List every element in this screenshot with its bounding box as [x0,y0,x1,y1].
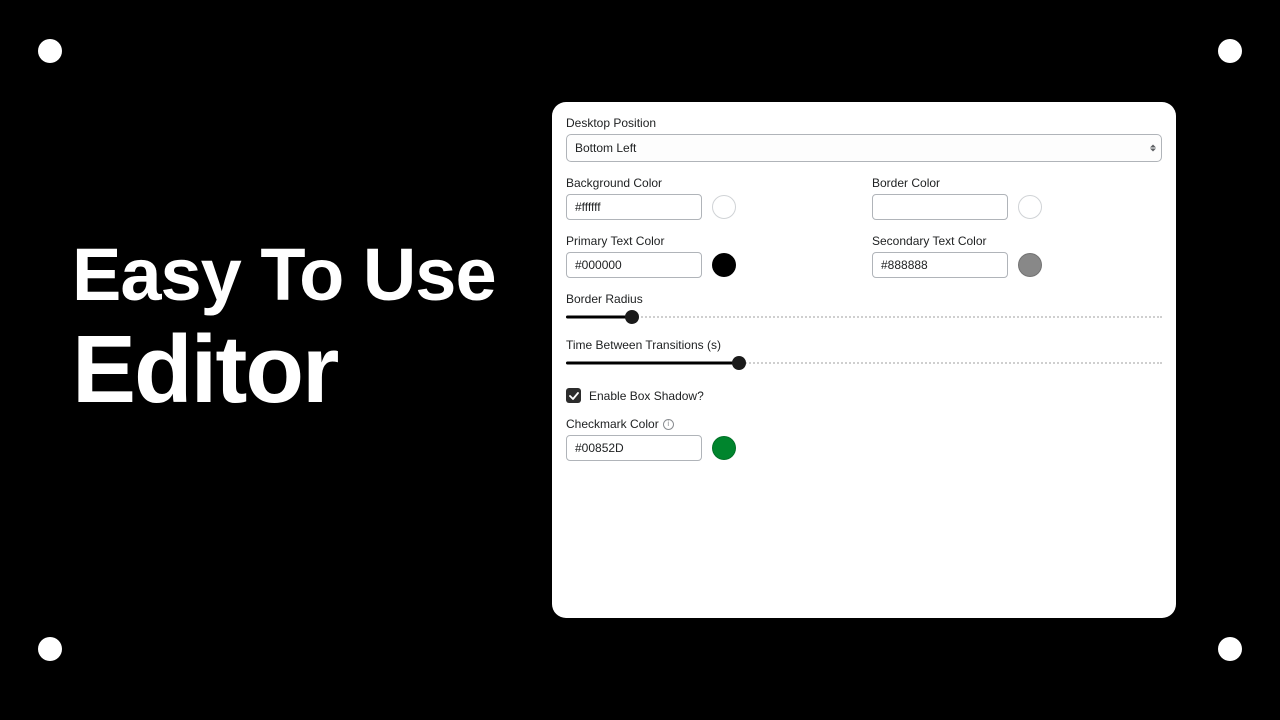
headline-line2: Editor [72,320,496,421]
checkmark-color-input[interactable] [566,435,702,461]
border-color-label: Border Color [872,176,1162,190]
checkmark-icon [569,391,579,401]
secondary-text-color-label: Secondary Text Color [872,234,1162,248]
background-color-swatch[interactable] [712,195,736,219]
corner-dot-top-left [38,39,62,63]
primary-text-color-swatch[interactable] [712,253,736,277]
transition-time-slider[interactable] [566,356,1162,370]
desktop-position-select[interactable]: Bottom Left [566,134,1162,162]
desktop-position-value: Bottom Left [575,141,636,155]
secondary-text-color-input[interactable] [872,252,1008,278]
enable-shadow-checkbox[interactable] [566,388,581,403]
checkmark-color-label: Checkmark Color i [566,417,1162,431]
primary-text-color-input[interactable] [566,252,702,278]
corner-dot-top-right [1218,39,1242,63]
border-radius-slider[interactable] [566,310,1162,324]
enable-shadow-label: Enable Box Shadow? [589,389,704,403]
border-radius-label: Border Radius [566,292,1162,306]
select-caret-icon [1150,145,1156,152]
transition-time-fill [566,362,739,365]
background-color-label: Background Color [566,176,856,190]
editor-panel: Desktop Position Bottom Left Background … [552,102,1176,618]
headline: Easy To Use Editor [72,236,496,420]
border-color-input[interactable] [872,194,1008,220]
headline-line1: Easy To Use [72,236,496,314]
info-icon[interactable]: i [663,419,674,430]
checkmark-color-swatch[interactable] [712,436,736,460]
primary-text-color-label: Primary Text Color [566,234,856,248]
corner-dot-bottom-right [1218,637,1242,661]
background-color-input[interactable] [566,194,702,220]
checkmark-color-label-text: Checkmark Color [566,417,659,431]
transition-time-thumb[interactable] [732,356,746,370]
corner-dot-bottom-left [38,637,62,661]
border-radius-thumb[interactable] [625,310,639,324]
transition-time-label: Time Between Transitions (s) [566,338,1162,352]
border-radius-fill [566,316,632,319]
border-color-swatch[interactable] [1018,195,1042,219]
secondary-text-color-swatch[interactable] [1018,253,1042,277]
desktop-position-label: Desktop Position [566,116,1162,130]
